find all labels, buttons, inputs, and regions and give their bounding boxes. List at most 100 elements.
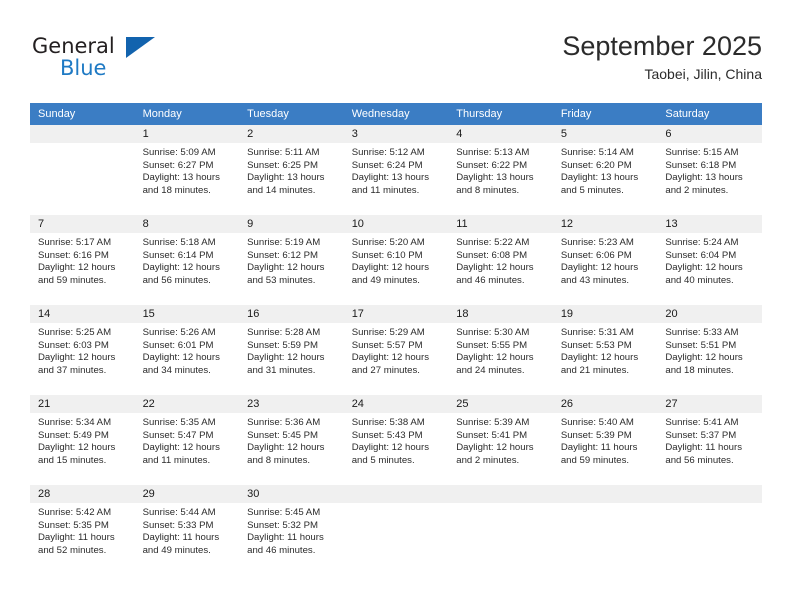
day-detail-line: and 18 minutes. — [142, 184, 211, 196]
calendar-day-cell[interactable]: 9 Sunrise: 5:19 AM Sunset: 6:12 PM Daylight… — [239, 215, 344, 305]
day-detail-line: Sunrise: 5:22 AM — [456, 237, 530, 248]
day-detail-line: Sunset: 5:32 PM — [247, 519, 319, 531]
calendar-day-cell[interactable]: 23 Sunrise: 5:36 AM Sunset: 5:45 PM Dayligh… — [239, 395, 344, 485]
calendar-day-cell[interactable]: 7 Sunrise: 5:17 AM Sunset: 6:16 PM Daylight… — [30, 215, 135, 305]
day-detail-line: and 11 minutes. — [351, 184, 420, 196]
day-detail-line: Sunrise: 5:45 AM — [247, 507, 321, 518]
calendar-day-cell[interactable]: 24 Sunrise: 5:38 AM Sunset: 5:43 PM Dayligh… — [343, 395, 449, 485]
day-detail-line: Sunset: 5:35 PM — [38, 519, 109, 531]
calendar-day-cell[interactable]: 3 Sunrise: 5:12 AM Sunset: 6:24 PM Daylight… — [343, 125, 449, 215]
day-details: Sunrise: 5:34 AM Sunset: 5:49 PM Daylight:… — [30, 413, 135, 467]
day-detail-line: Sunset: 5:55 PM — [456, 339, 528, 351]
day-number: 17 — [343, 305, 449, 323]
day-detail-line: Daylight: 11 hours — [38, 532, 115, 544]
calendar-day-cell[interactable]: 11 Sunrise: 5:22 AM Sunset: 6:08 PM Dayligh… — [448, 215, 553, 305]
day-detail-line: and 11 minutes. — [142, 454, 211, 466]
day-details: Sunrise: 5:35 AM Sunset: 5:47 PM Daylight:… — [135, 413, 240, 467]
day-number: 23 — [239, 395, 344, 413]
day-detail-line: Sunset: 6:14 PM — [142, 249, 214, 261]
day-detail-line: and 5 minutes. — [560, 184, 624, 196]
day-details: Sunrise: 5:11 AM Sunset: 6:25 PM Daylight:… — [239, 143, 344, 197]
day-details: Sunrise: 5:24 AM Sunset: 6:04 PM Daylight:… — [657, 233, 762, 287]
calendar-day-cell[interactable]: 28 Sunrise: 5:42 AM Sunset: 5:35 PM Dayligh… — [30, 485, 135, 575]
calendar-day-cell[interactable]: 30 Sunrise: 5:45 AM Sunset: 5:32 PM Dayligh… — [239, 485, 344, 575]
calendar-day-cell[interactable]: 1 Sunrise: 5:09 AM Sunset: 6:27 PM Daylight… — [134, 125, 240, 215]
day-number — [657, 485, 762, 503]
day-detail-line: Daylight: 12 hours — [247, 442, 325, 454]
day-detail-line: Sunrise: 5:09 AM — [142, 147, 216, 158]
day-number: 29 — [134, 485, 240, 503]
day-details: Sunrise: 5:45 AM Sunset: 5:32 PM Daylight:… — [239, 503, 344, 557]
day-detail-line: Sunrise: 5:41 AM — [665, 417, 739, 428]
day-detail-line: and 5 minutes. — [351, 454, 415, 466]
calendar-day-cell[interactable]: 2 Sunrise: 5:11 AM Sunset: 6:25 PM Daylight… — [239, 125, 344, 215]
calendar-day-cell[interactable]: 19 Sunrise: 5:31 AM Sunset: 5:53 PM Dayligh… — [552, 305, 658, 395]
calendar-day-cell[interactable]: 29 Sunrise: 5:44 AM Sunset: 5:33 PM Dayligh… — [134, 485, 240, 575]
brand-name-blue: Blue — [60, 56, 107, 80]
calendar-day-cell[interactable]: 15 Sunrise: 5:26 AM Sunset: 6:01 PM Dayligh… — [134, 305, 240, 395]
day-detail-line: Sunset: 5:51 PM — [665, 339, 737, 351]
day-detail-line: Sunset: 5:57 PM — [351, 339, 423, 351]
day-details: Sunrise: 5:20 AM Sunset: 6:10 PM Daylight:… — [344, 233, 449, 287]
day-details: Sunrise: 5:40 AM Sunset: 5:39 PM Daylight:… — [553, 413, 658, 467]
day-detail-line: Sunset: 6:22 PM — [456, 159, 528, 171]
calendar-day-cell[interactable]: 5 Sunrise: 5:14 AM Sunset: 6:20 PM Daylight… — [552, 125, 658, 215]
day-detail-line: Sunrise: 5:29 AM — [351, 327, 425, 338]
calendar-day-cell[interactable]: 25 Sunrise: 5:39 AM Sunset: 5:41 PM Dayligh… — [448, 395, 553, 485]
weekday-header: Sunday Monday Tuesday Wednesday Thursday Frid… — [30, 103, 762, 125]
weekday-header-friday: Friday — [552, 103, 658, 125]
day-details: Sunrise: 5:15 AM Sunset: 6:18 PM Daylight:… — [657, 143, 762, 197]
day-detail-line: Daylight: 12 hours — [38, 442, 116, 454]
day-detail-line: and 52 minutes. — [38, 544, 107, 556]
calendar-week-row: 14 Sunrise: 5:25 AM Sunset: 6:03 PM Dayligh… — [30, 305, 762, 395]
day-detail-line: Sunrise: 5:44 AM — [142, 507, 216, 518]
calendar-day-cell[interactable]: 16 Sunrise: 5:28 AM Sunset: 5:59 PM Dayligh… — [239, 305, 344, 395]
day-detail-line: Sunrise: 5:14 AM — [560, 147, 634, 158]
day-detail-line: and 43 minutes. — [560, 274, 630, 286]
calendar-day-cell[interactable]: 17 Sunrise: 5:29 AM Sunset: 5:57 PM Dayligh… — [343, 305, 449, 395]
day-detail-line: and 18 minutes. — [665, 364, 734, 376]
day-detail-line: Sunset: 6:27 PM — [142, 159, 214, 171]
day-detail-line: Daylight: 12 hours — [560, 352, 639, 364]
calendar-day-cell[interactable]: 21 Sunrise: 5:34 AM Sunset: 5:49 PM Dayligh… — [30, 395, 135, 485]
calendar-day-cell[interactable]: 6 Sunrise: 5:15 AM Sunset: 6:18 PM Daylight… — [657, 125, 762, 215]
day-detail-line: Sunset: 5:49 PM — [38, 429, 109, 441]
day-detail-line: Sunset: 6:01 PM — [142, 339, 214, 351]
day-detail-line: and 59 minutes. — [560, 454, 630, 466]
day-detail-line: Sunset: 5:41 PM — [456, 429, 528, 441]
calendar-day-cell-empty — [448, 485, 553, 575]
calendar-day-cell[interactable]: 20 Sunrise: 5:33 AM Sunset: 5:51 PM Dayligh… — [657, 305, 762, 395]
brand-logo[interactable]: General Blue — [30, 34, 230, 90]
day-detail-line: Daylight: 13 hours — [560, 172, 639, 184]
calendar-day-cell[interactable]: 13 Sunrise: 5:24 AM Sunset: 6:04 PM Dayligh… — [657, 215, 762, 305]
calendar-day-cell[interactable]: 4 Sunrise: 5:13 AM Sunset: 6:22 PM Daylight… — [448, 125, 553, 215]
calendar-day-cell[interactable]: 12 Sunrise: 5:23 AM Sunset: 6:06 PM Dayligh… — [552, 215, 658, 305]
calendar-table: Sunday Monday Tuesday Wednesday Thursday Frid… — [30, 103, 762, 575]
day-detail-line: Sunset: 6:18 PM — [665, 159, 737, 171]
day-detail-line: and 24 minutes. — [456, 364, 525, 376]
day-details: Sunrise: 5:29 AM Sunset: 5:57 PM Daylight:… — [344, 323, 449, 377]
calendar-day-cell[interactable]: 10 Sunrise: 5:20 AM Sunset: 6:10 PM Dayligh… — [343, 215, 449, 305]
day-detail-line: Daylight: 12 hours — [247, 352, 325, 364]
day-detail-line: Daylight: 13 hours — [456, 172, 534, 184]
weekday-header-saturday: Saturday — [657, 103, 762, 125]
calendar-day-cell[interactable]: 27 Sunrise: 5:41 AM Sunset: 5:37 PM Dayligh… — [657, 395, 762, 485]
location-subtitle: Taobei, Jilin, China — [644, 66, 762, 82]
day-details: Sunrise: 5:18 AM Sunset: 6:14 PM Daylight:… — [135, 233, 240, 287]
calendar-day-cell[interactable]: 26 Sunrise: 5:40 AM Sunset: 5:39 PM Dayligh… — [552, 395, 658, 485]
day-detail-line: Sunrise: 5:26 AM — [142, 327, 216, 338]
day-detail-line: Sunset: 5:45 PM — [247, 429, 319, 441]
day-detail-line: Daylight: 11 hours — [142, 532, 220, 544]
calendar-day-cell[interactable]: 18 Sunrise: 5:30 AM Sunset: 5:55 PM Dayligh… — [448, 305, 553, 395]
day-number: 12 — [552, 215, 658, 233]
calendar-week-row: 28 Sunrise: 5:42 AM Sunset: 5:35 PM Dayligh… — [30, 485, 762, 575]
day-detail-line: Daylight: 13 hours — [665, 172, 743, 184]
day-detail-line: and 8 minutes. — [456, 184, 520, 196]
calendar-day-cell[interactable]: 14 Sunrise: 5:25 AM Sunset: 6:03 PM Dayligh… — [30, 305, 135, 395]
calendar-day-cell[interactable]: 8 Sunrise: 5:18 AM Sunset: 6:14 PM Daylight… — [134, 215, 240, 305]
day-detail-line: Daylight: 12 hours — [456, 442, 534, 454]
day-detail-line: and 56 minutes. — [142, 274, 211, 286]
day-number: 9 — [239, 215, 344, 233]
calendar-day-cell[interactable]: 22 Sunrise: 5:35 AM Sunset: 5:47 PM Dayligh… — [134, 395, 240, 485]
day-number: 21 — [30, 395, 135, 413]
